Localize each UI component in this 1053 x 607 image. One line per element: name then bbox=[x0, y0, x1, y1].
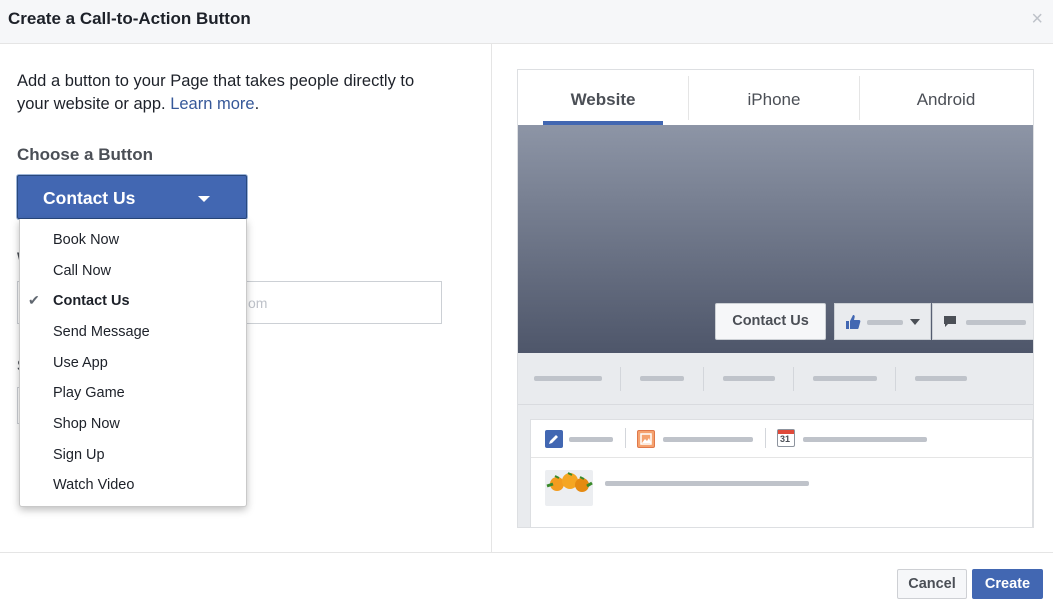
button-type-menu: Book Now Call Now ✔ Contact Us Send Mess… bbox=[19, 219, 247, 507]
cta-preview-label: Contact Us bbox=[732, 313, 809, 329]
nav-divider bbox=[620, 367, 621, 391]
message-text-placeholder bbox=[966, 320, 1026, 325]
dialog-header: Create a Call-to-Action Button × bbox=[0, 0, 1053, 44]
intro-text: Add a button to your Page that takes peo… bbox=[17, 70, 437, 116]
page-preview: Website iPhone Android Contact Us 31 bbox=[517, 69, 1034, 528]
tab-label: iPhone bbox=[747, 90, 801, 109]
preview-tabs: Website iPhone Android bbox=[518, 70, 1033, 125]
intro-period: . bbox=[254, 95, 260, 113]
nav-placeholder bbox=[534, 376, 602, 381]
menu-item-label: Shop Now bbox=[53, 416, 120, 432]
menu-item-label: Use App bbox=[53, 355, 108, 371]
button-type-select[interactable]: Contact Us bbox=[17, 175, 247, 219]
button-type-selected: Contact Us bbox=[43, 188, 136, 208]
calendar-day: 31 bbox=[780, 434, 791, 444]
website-input-placeholder: om bbox=[248, 295, 268, 311]
menu-item-play-game[interactable]: Play Game bbox=[20, 379, 246, 409]
composer-placeholder-text bbox=[663, 437, 753, 442]
tab-iphone[interactable]: iPhone bbox=[689, 70, 859, 125]
tab-label: Android bbox=[916, 90, 976, 109]
nav-placeholder bbox=[723, 376, 775, 381]
like-text-placeholder bbox=[867, 320, 903, 325]
menu-item-call-now[interactable]: Call Now bbox=[20, 257, 246, 287]
page-nav-placeholder bbox=[518, 353, 1033, 405]
feed-placeholder: 31 bbox=[518, 405, 1033, 527]
menu-item-use-app[interactable]: Use App bbox=[20, 349, 246, 379]
nav-divider bbox=[793, 367, 794, 391]
like-button-placeholder bbox=[834, 303, 931, 340]
learn-more-link[interactable]: Learn more bbox=[170, 95, 254, 113]
cancel-button[interactable]: Cancel bbox=[897, 569, 967, 599]
choose-button-label: Choose a Button bbox=[17, 145, 153, 164]
menu-item-contact-us[interactable]: ✔ Contact Us bbox=[20, 287, 246, 317]
calendar-icon: 31 bbox=[777, 429, 795, 447]
menu-item-book-now[interactable]: Book Now bbox=[20, 226, 246, 256]
composer-divider bbox=[765, 428, 766, 448]
menu-item-label: Send Message bbox=[53, 324, 150, 340]
check-icon: ✔ bbox=[28, 292, 40, 308]
tab-label: Website bbox=[570, 90, 636, 109]
message-icon bbox=[944, 316, 956, 327]
pencil-icon bbox=[545, 430, 563, 448]
menu-item-label: Book Now bbox=[53, 232, 120, 248]
tab-android[interactable]: Android bbox=[860, 70, 1032, 125]
dialog-title: Create a Call-to-Action Button bbox=[8, 9, 251, 28]
menu-item-shop-now[interactable]: Shop Now bbox=[20, 410, 246, 440]
cta-preview-button: Contact Us bbox=[715, 303, 826, 340]
menu-item-watch-video[interactable]: Watch Video bbox=[20, 471, 246, 501]
menu-item-label: Contact Us bbox=[53, 293, 130, 309]
nav-divider bbox=[703, 367, 704, 391]
nav-divider bbox=[895, 367, 896, 391]
composer-placeholder: 31 bbox=[530, 419, 1033, 527]
composer-placeholder-text bbox=[803, 437, 927, 442]
composer-divider bbox=[625, 428, 626, 448]
cover-photo-placeholder: Contact Us bbox=[518, 125, 1033, 353]
tab-website[interactable]: Website bbox=[518, 70, 688, 125]
menu-item-label: Play Game bbox=[53, 385, 125, 401]
create-button[interactable]: Create bbox=[972, 569, 1043, 599]
menu-item-label: Sign Up bbox=[53, 447, 105, 463]
menu-item-sign-up[interactable]: Sign Up bbox=[20, 441, 246, 471]
caret-down-icon bbox=[198, 196, 210, 202]
post-text-placeholder bbox=[605, 481, 809, 486]
dialog-footer: Cancel Create bbox=[0, 552, 1053, 607]
menu-item-label: Call Now bbox=[53, 263, 112, 279]
menu-item-send-message[interactable]: Send Message bbox=[20, 318, 246, 348]
menu-item-label: Watch Video bbox=[53, 477, 135, 493]
composer-actions: 31 bbox=[531, 420, 1033, 458]
close-icon[interactable]: × bbox=[1031, 9, 1043, 29]
nav-placeholder bbox=[640, 376, 684, 381]
nav-placeholder bbox=[915, 376, 967, 381]
caret-down-icon bbox=[910, 319, 920, 325]
composer-placeholder-text bbox=[569, 437, 613, 442]
message-button-placeholder bbox=[932, 303, 1033, 340]
pane-divider bbox=[491, 44, 492, 552]
photo-icon bbox=[637, 430, 655, 448]
oranges-icon bbox=[545, 470, 593, 506]
nav-placeholder bbox=[813, 376, 877, 381]
like-icon bbox=[846, 315, 861, 329]
